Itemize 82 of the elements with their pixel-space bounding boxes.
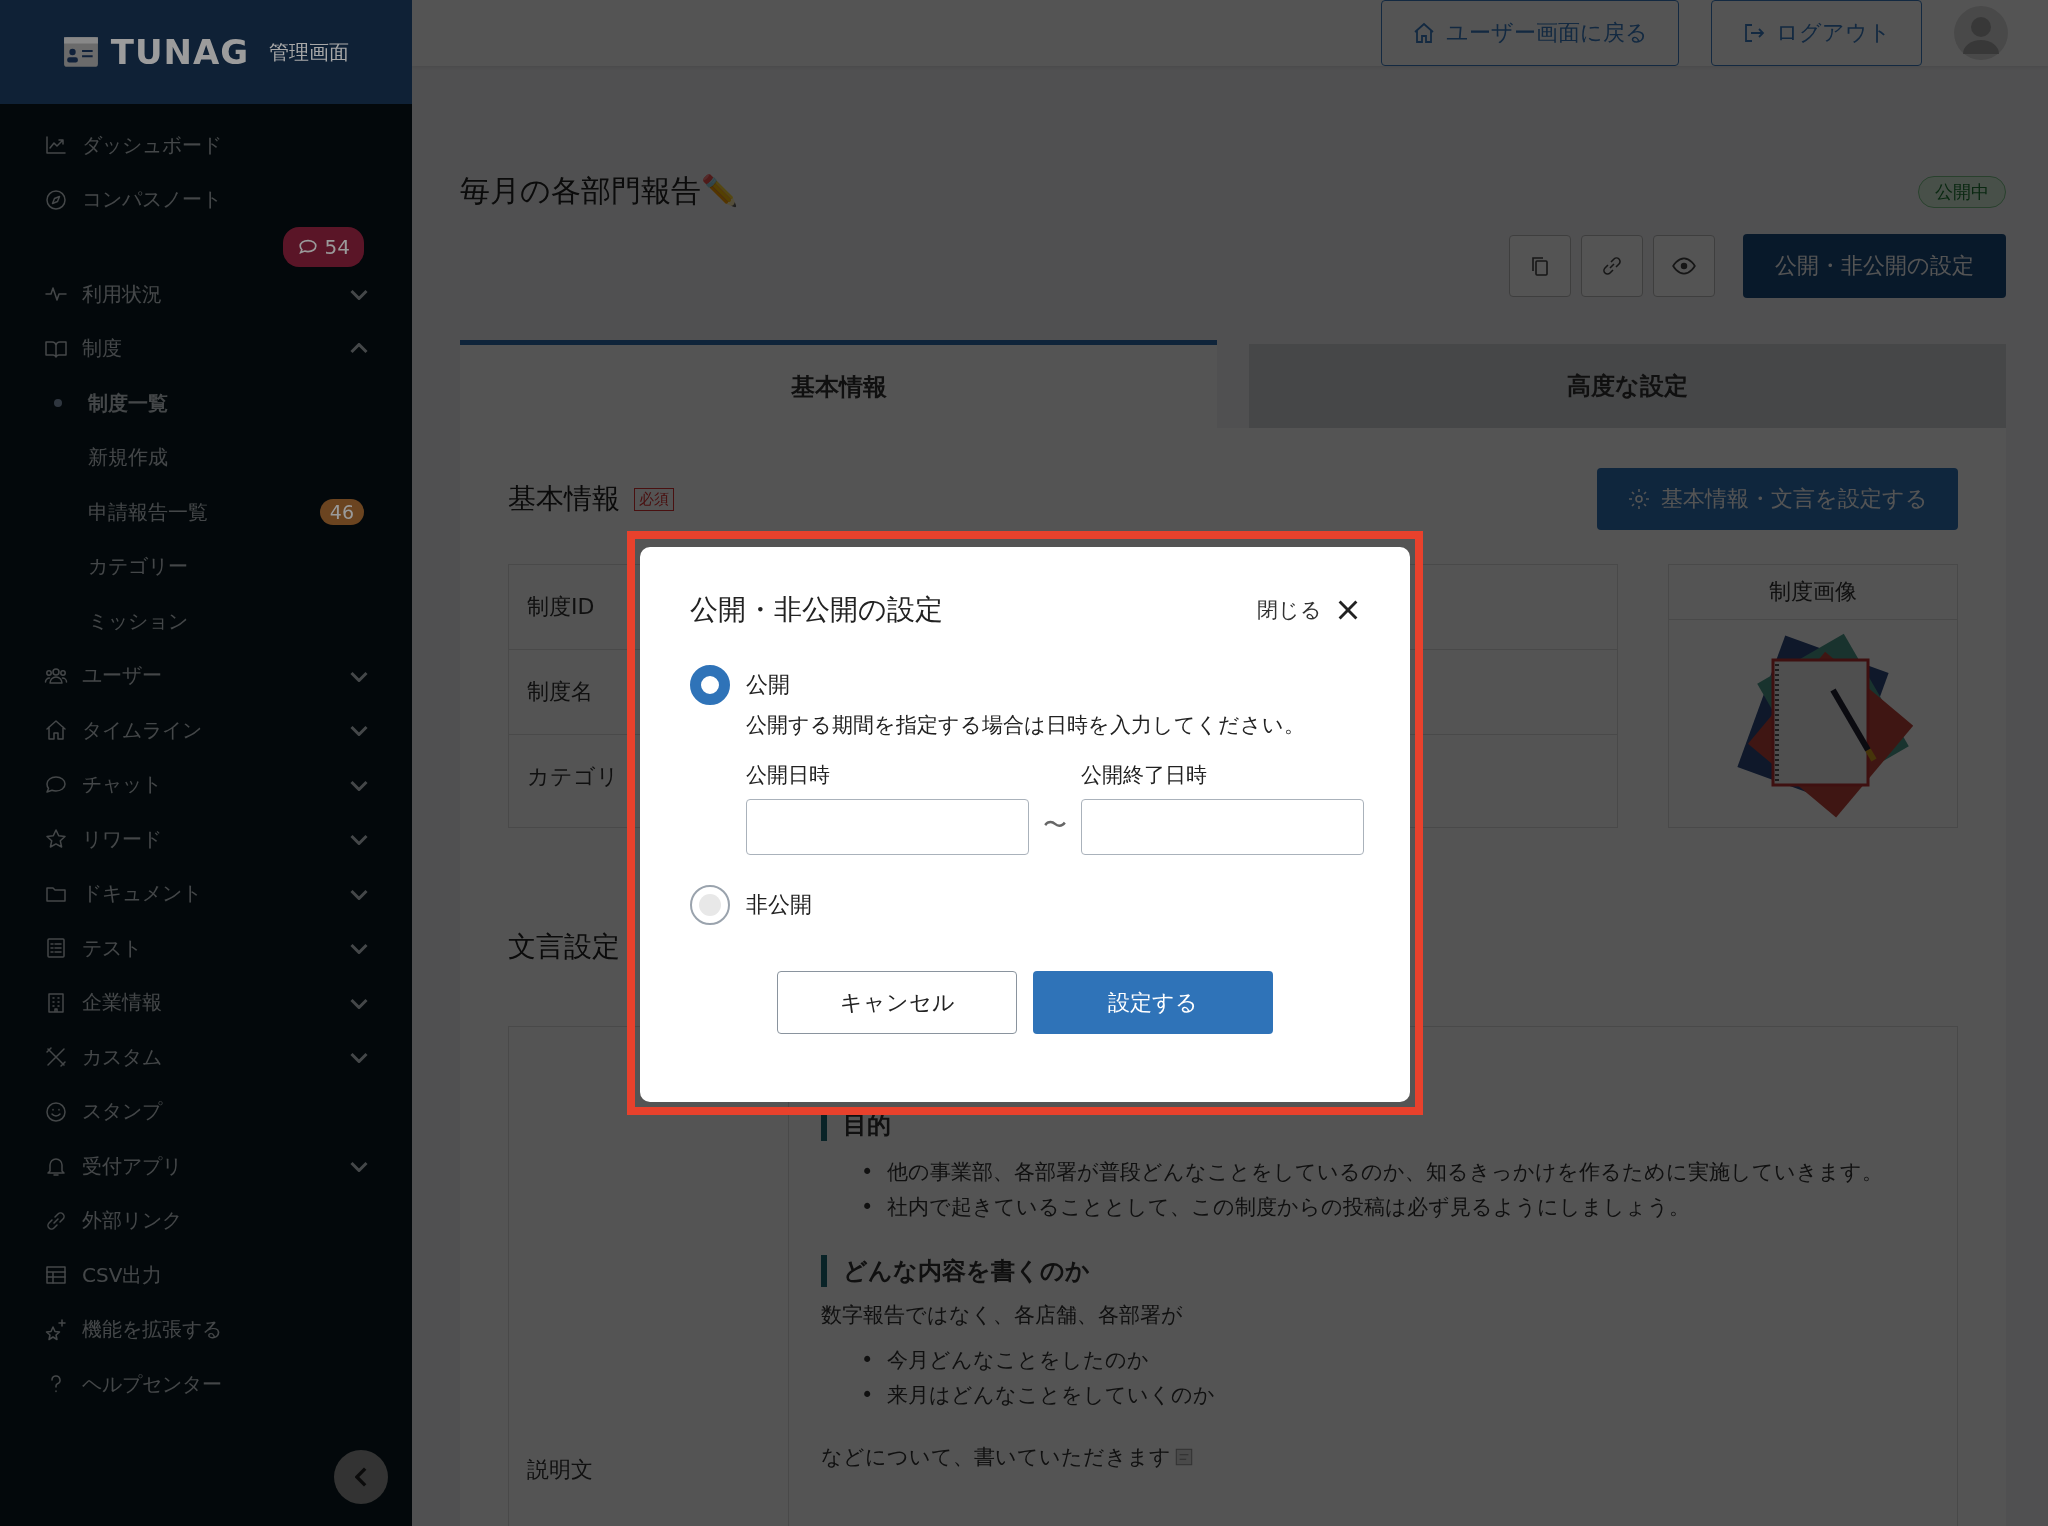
status-badge: 公開中: [1918, 175, 2006, 208]
home-icon: [1412, 21, 1436, 45]
table-cell-text: カテゴリ: [527, 763, 619, 791]
modal-title: 公開・非公開の設定: [690, 592, 943, 628]
description-text: などについて、書いていただきます: [821, 1444, 1171, 1471]
range-separator: 〜: [1043, 810, 1067, 841]
id-card-icon: [62, 34, 99, 70]
bullet-item: • 社内で起きていることとして、この制度からの投稿は必ず見るようにしましょう。: [861, 1194, 1691, 1221]
section-heading: 基本情報: [508, 481, 620, 517]
table-cell-text: 制度名: [527, 678, 593, 706]
logo-wordmark: TUNAG: [110, 32, 250, 72]
home-icon: [44, 718, 68, 743]
sidebar-item[interactable]: チャット: [0, 757, 412, 812]
radio-label: 非公開: [746, 891, 812, 919]
sidebar-item[interactable]: 利用状況: [0, 267, 412, 322]
bullet-item: • 他の事業部、各部署が普段どんなことをしているのか、知るきっかけを作るために実施していきます。: [861, 1159, 1884, 1186]
sidebar-item[interactable]: 企業情報: [0, 975, 412, 1030]
sidebar-item[interactable]: リワード: [0, 812, 412, 867]
sidebar-item[interactable]: CSV出力: [0, 1248, 412, 1303]
required-tag: 必須: [634, 487, 674, 511]
memo-icon: [1173, 1446, 1195, 1468]
close-button[interactable]: 閉じる: [1257, 596, 1360, 624]
sidebar-item[interactable]: ユーザー: [0, 648, 412, 703]
sidebar-item[interactable]: テスト: [0, 921, 412, 976]
comment-count-badge: 54: [282, 227, 364, 267]
bullet-item: • 今月どんなことをしたのか: [861, 1347, 1150, 1374]
checklist-icon: [44, 936, 68, 961]
logout-button[interactable]: ログアウト: [1711, 0, 1922, 66]
date-field[interactable]: [746, 799, 1029, 855]
copy-button[interactable]: [1509, 235, 1571, 297]
visibility-settings-button[interactable]: 公開・非公開の設定: [1743, 234, 2006, 298]
table-cell-text: 説明文: [527, 1456, 593, 1484]
sidebar-item[interactable]: タイムライン: [0, 703, 412, 758]
description-heading: どんな内容を書くのか: [821, 1255, 1925, 1287]
field-label: 公開終了日時: [1081, 762, 1208, 789]
sidebar-subitem[interactable]: ミッション: [0, 594, 412, 649]
edit-basic-info-button[interactable]: 基本情報・文言を設定する: [1597, 468, 1958, 530]
hint-text: 公開する期間を指定する場合は日時を入力してください。: [746, 712, 1306, 739]
sidebar-item[interactable]: コンパスノート: [0, 172, 412, 227]
description-text: 数字報告ではなく、各店舗、各部署が: [821, 1302, 1183, 1329]
logo-subtitle: 管理画面: [269, 38, 350, 66]
radio-button[interactable]: [690, 885, 730, 925]
cancel-button[interactable]: キャンセル: [777, 971, 1017, 1034]
submit-button[interactable]: 設定する: [1033, 971, 1273, 1034]
compass-icon: [44, 187, 68, 212]
radio-button[interactable]: [690, 665, 730, 705]
sidebar-item[interactable]: 外部リンク: [0, 1193, 412, 1248]
tab[interactable]: 高度な設定: [1249, 344, 2006, 428]
sidebar-subitem[interactable]: 申請報告一覧 46: [0, 485, 412, 540]
sidebar-item[interactable]: ドキュメント: [0, 866, 412, 921]
image-card-heading: 制度画像: [1669, 565, 1957, 620]
field-label: 公開日時: [746, 762, 831, 789]
page-title: 毎月の各部門報告✏: [460, 172, 738, 210]
count-badge: 46: [319, 499, 364, 526]
logout-icon: [1742, 21, 1766, 45]
section-heading: 文言設定: [508, 929, 620, 965]
preview-button[interactable]: [1653, 235, 1715, 297]
link-icon: [1600, 254, 1624, 278]
collapse-sidebar-button[interactable]: [334, 1450, 388, 1504]
sidebar-item[interactable]: カスタム: [0, 1030, 412, 1085]
sidebar-item[interactable]: 機能を拡張する: [0, 1302, 412, 1357]
tab[interactable]: 基本情報: [460, 340, 1217, 428]
description-heading: 目的: [821, 1109, 1925, 1141]
smiley-icon: [44, 1099, 68, 1124]
sidebar-item[interactable]: スタンプ: [0, 1084, 412, 1139]
sparkle-star-icon: [44, 1317, 68, 1342]
chevron-left-icon: [355, 1467, 367, 1487]
back-to-user-screen-button[interactable]: ユーザー画面に戻る: [1381, 0, 1679, 66]
close-icon: [1336, 598, 1360, 622]
sidebar-subitem[interactable]: 制度一覧: [0, 376, 412, 431]
date-field[interactable]: [1081, 799, 1364, 855]
avatar[interactable]: [1954, 6, 2008, 60]
bullet-item: • 来月はどんなことをしていくのか: [861, 1382, 1216, 1409]
table-cell-text: 制度ID: [527, 593, 595, 621]
link-button[interactable]: [1581, 235, 1643, 297]
sidebar-item[interactable]: 制度: [0, 321, 412, 376]
sidebar-subitem[interactable]: カテゴリー: [0, 539, 412, 594]
sidebar-subitem[interactable]: 新規作成: [0, 430, 412, 485]
sidebar-item[interactable]: 受付アプリ: [0, 1139, 412, 1194]
radio-label: 公開: [746, 671, 790, 699]
sidebar-item[interactable]: ヘルプセンター: [0, 1357, 412, 1412]
sidebar-item[interactable]: ダッシュボード: [0, 118, 412, 173]
